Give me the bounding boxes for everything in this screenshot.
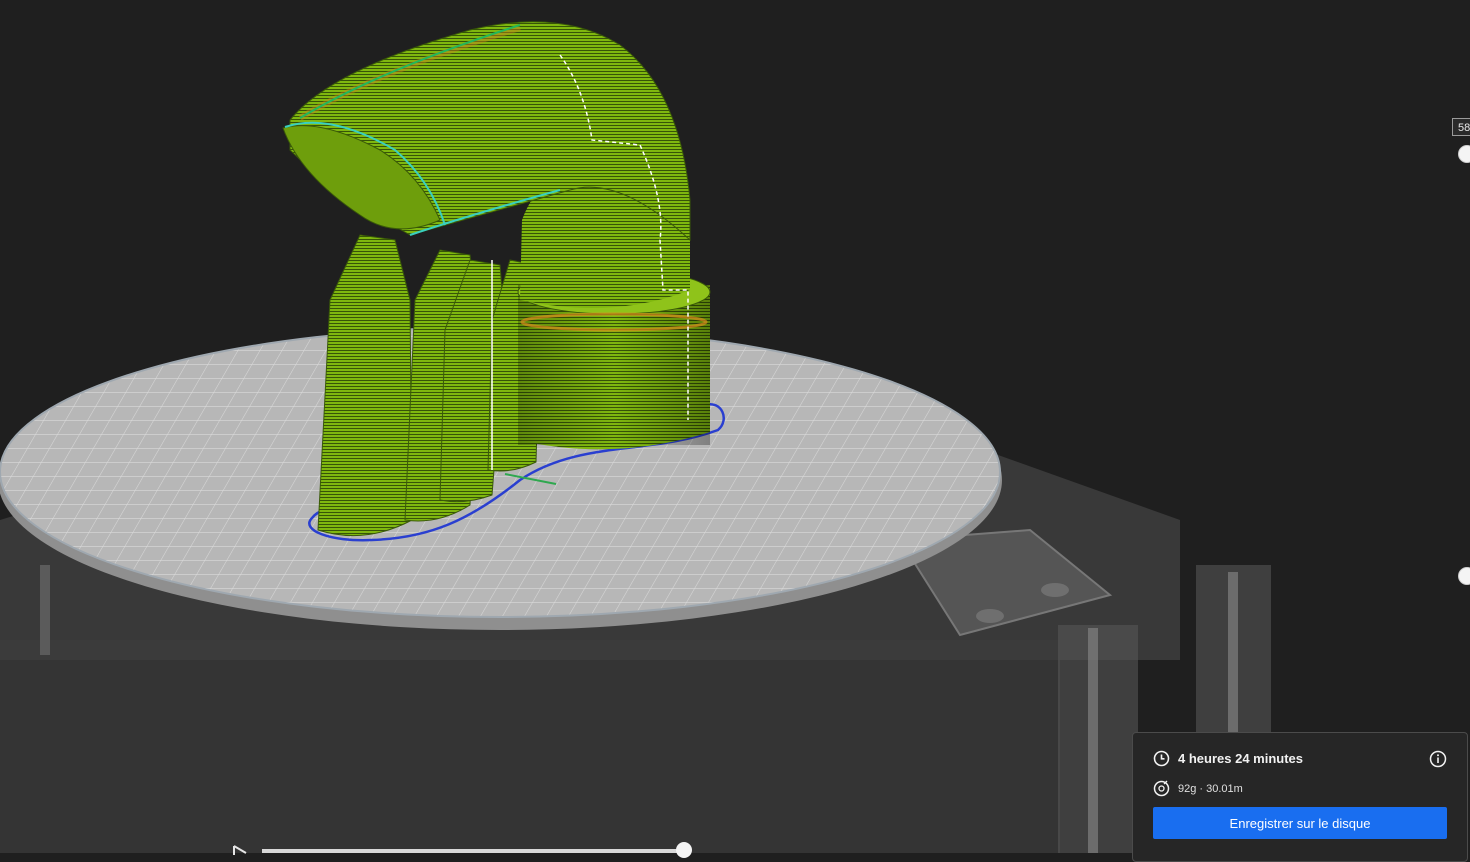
save-to-disk-button[interactable]: Enregistrer sur le disque — [1153, 807, 1447, 839]
layer-number-tag: 58 — [1452, 118, 1470, 136]
material-usage-label: 92g · 30.01m — [1178, 782, 1243, 795]
layer-slider-top-handle[interactable] — [1458, 145, 1470, 163]
play-icon[interactable] — [232, 845, 248, 855]
print-time-label: 4 heures 24 minutes — [1178, 751, 1303, 766]
info-icon[interactable] — [1429, 750, 1447, 768]
simulation-timeline-track[interactable] — [262, 849, 684, 853]
layer-slider-bottom-handle[interactable] — [1458, 567, 1470, 585]
3d-viewport[interactable] — [0, 0, 1470, 853]
material-usage-row: 92g · 30.01m — [1153, 780, 1243, 797]
print-info-panel: 4 heures 24 minutes 92g · 30.01m Enregis… — [1132, 732, 1468, 862]
clock-icon — [1153, 750, 1170, 767]
simulation-timeline-handle[interactable] — [676, 842, 692, 858]
print-time-row: 4 heures 24 minutes — [1153, 750, 1303, 767]
spool-icon — [1153, 780, 1170, 797]
